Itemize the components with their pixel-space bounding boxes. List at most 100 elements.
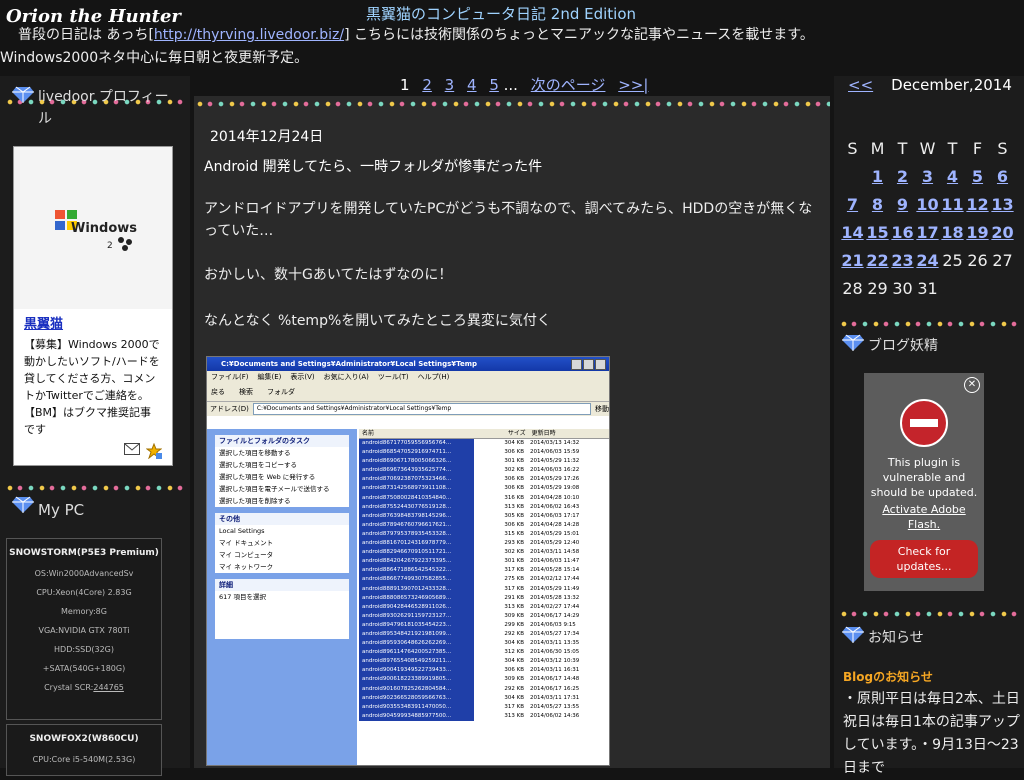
file-date: 2014/06/02 16:43: [530, 503, 580, 510]
blog-title[interactable]: 黒翼猫のコンピュータ日記 2nd Edition: [366, 3, 636, 24]
profile-name-link[interactable]: 黒翼猫: [24, 313, 162, 332]
file-rows: android867177059556956764... 304 KB 2014/0…: [359, 439, 609, 721]
weekday-label: M: [870, 138, 885, 158]
file-row: android888086573246905689... 291 KB 2014/0…: [359, 593, 609, 603]
file-date: 2014/05/29 17:26: [530, 476, 580, 483]
desc-line2: Windows2000ネタ中心に毎日朝と夜更新予定。: [0, 50, 309, 66]
file-name: android893026291159723127...: [359, 611, 474, 621]
file-date: 2014/05/29 15:01: [530, 530, 580, 537]
file-name: android896114764200527385...: [359, 648, 474, 658]
check-updates-button[interactable]: Check for updates...: [870, 540, 978, 578]
file-date: 2014/02/27 17:44: [530, 603, 580, 610]
calendar-day-link[interactable]: 11: [940, 195, 965, 214]
calendar-weekdays: SMTWTFS: [840, 134, 1022, 162]
file-row: android878946760796617621... 306 KB 2014/0…: [359, 520, 609, 530]
diary-link[interactable]: http://thyrving.livedoor.biz/: [154, 27, 344, 43]
calendar-day-link[interactable]: 17: [915, 223, 940, 242]
flash-plugin-box: ✕ This plugin is vulnerable and should b…: [864, 373, 984, 591]
calendar-day-link[interactable]: 3: [915, 167, 940, 186]
file-size: 313 KB: [504, 712, 524, 719]
file-name: android869067178005066326...: [359, 457, 474, 467]
calendar-day-link[interactable]: 12: [965, 195, 990, 214]
calendar-day-link[interactable]: 7: [840, 195, 865, 214]
star-add-icon[interactable]: [146, 443, 162, 459]
calendar-day-link[interactable]: 20: [990, 223, 1015, 242]
gem-icon: [12, 86, 34, 103]
activate-flash-link[interactable]: Activate Adobe Flash.: [864, 502, 984, 532]
main-post: 2014年12月24日 Android 開発してたら、一時フォルダが惨事だった件…: [194, 96, 830, 768]
file-size: 315 KB: [504, 530, 524, 537]
file-name: android897655408549259211...: [359, 657, 474, 667]
close-icon[interactable]: ✕: [964, 377, 980, 393]
calendar-week: 123456: [840, 162, 1022, 190]
calendar-day-link[interactable]: 22: [865, 251, 890, 270]
folders-button: フォルダ: [267, 388, 295, 396]
notice-header: お知らせ: [842, 626, 1018, 650]
file-date: 2014/03/12 10:39: [530, 658, 580, 665]
pager-4[interactable]: 4: [467, 76, 477, 94]
file-date: 2014/06/03 16:22: [530, 467, 580, 474]
calendar-day-link[interactable]: 14: [840, 223, 865, 242]
calendar-day-link[interactable]: 18: [940, 223, 965, 242]
calendar-day-link[interactable]: 16: [890, 223, 915, 242]
post-title[interactable]: Android 開発してたら、一時フォルダが惨事だった件: [204, 156, 542, 176]
file-name: android900419349522739433...: [359, 666, 474, 676]
pager-5[interactable]: 5: [489, 76, 499, 94]
file-row: android896114764200527385... 312 KB 2014/0…: [359, 648, 609, 658]
search-button: 検索: [239, 388, 253, 396]
file-size: 293 KB: [504, 540, 524, 547]
plugin-message: This plugin is vulnerable and should be …: [870, 456, 978, 499]
calendar-day-link[interactable]: 4: [940, 167, 965, 186]
file-size: 306 KB: [504, 476, 524, 483]
pager-last[interactable]: >>|: [618, 76, 648, 94]
mail-icon[interactable]: [124, 443, 140, 455]
explorer-titlebar: C:¥Documents and Settings¥Administrator¥…: [207, 357, 609, 371]
calendar-day-link[interactable]: 13: [990, 195, 1015, 214]
calendar-day-link[interactable]: 5: [965, 167, 990, 186]
back-button: 戻る: [211, 388, 225, 396]
file-row: android869067178005066326... 301 KB 2014/0…: [359, 457, 609, 467]
calendar-day-link[interactable]: 23: [890, 251, 915, 270]
file-row: android886471886542545322... 317 KB 2014/0…: [359, 566, 609, 576]
calendar-day-link[interactable]: 15: [865, 223, 890, 242]
calendar-day-link[interactable]: 24: [915, 251, 940, 270]
calendar-day-link[interactable]: 9: [890, 195, 915, 214]
menu-item: 編集(E): [257, 373, 282, 381]
file-row: android897655408549259211... 304 KB 2014/0…: [359, 657, 609, 667]
file-size: 309 KB: [504, 612, 524, 619]
menu-item: ツール(T): [377, 373, 409, 381]
post-paragraph: アンドロイドアプリを開発していたPCがどうも不調なので、調べてみたら、HDDの空…: [204, 201, 813, 239]
file-name: android904599934885977500...: [359, 711, 474, 721]
calendar-day-link[interactable]: 1: [865, 167, 890, 186]
file-date: 2014/06/03 9:15: [530, 621, 576, 628]
weekday-label: T: [897, 138, 908, 158]
calendar-day-link[interactable]: 8: [865, 195, 890, 214]
crystal-link[interactable]: 244765: [93, 683, 124, 692]
file-name: android901607825262804584...: [359, 684, 474, 694]
calendar-day: 31: [917, 278, 938, 298]
pager-ellipsis: ...: [503, 76, 518, 94]
file-size: 301 KB: [504, 558, 524, 565]
weekday-label: F: [972, 138, 983, 158]
file-date: 2014/06/17 16:25: [530, 685, 580, 692]
file-row: android900618223389919805... 309 KB 2014/0…: [359, 675, 609, 685]
task-item: 選択した項目を移動する: [219, 449, 291, 457]
pc-line: HDD:SSD(32G): [54, 645, 114, 654]
calendar-day-link[interactable]: 6: [990, 167, 1015, 186]
file-date: 2014/06/03 11:47: [530, 558, 580, 565]
pager-3[interactable]: 3: [445, 76, 455, 94]
file-name: android890428446528911026...: [359, 602, 474, 612]
calendar-day-link[interactable]: 19: [965, 223, 990, 242]
file-name: android879795378935453328...: [359, 529, 474, 540]
file-row: android890428446528911026... 313 KB 2014/0…: [359, 602, 609, 612]
explorer-screenshot[interactable]: C:¥Documents and Settings¥Administrator¥…: [206, 356, 610, 766]
pager-next[interactable]: 次のページ: [531, 76, 606, 94]
calendar-day-link[interactable]: 10: [915, 195, 940, 214]
calendar-day-link[interactable]: 21: [840, 251, 865, 270]
file-date: 2014/03/11 17:31: [530, 694, 580, 701]
pager-2[interactable]: 2: [422, 76, 432, 94]
calendar-day-link[interactable]: 2: [890, 167, 915, 186]
calendar-prev-link[interactable]: <<: [848, 76, 873, 94]
file-name: android894796181035454223...: [359, 620, 474, 630]
other-item: マイ ネットワーク: [219, 563, 274, 571]
